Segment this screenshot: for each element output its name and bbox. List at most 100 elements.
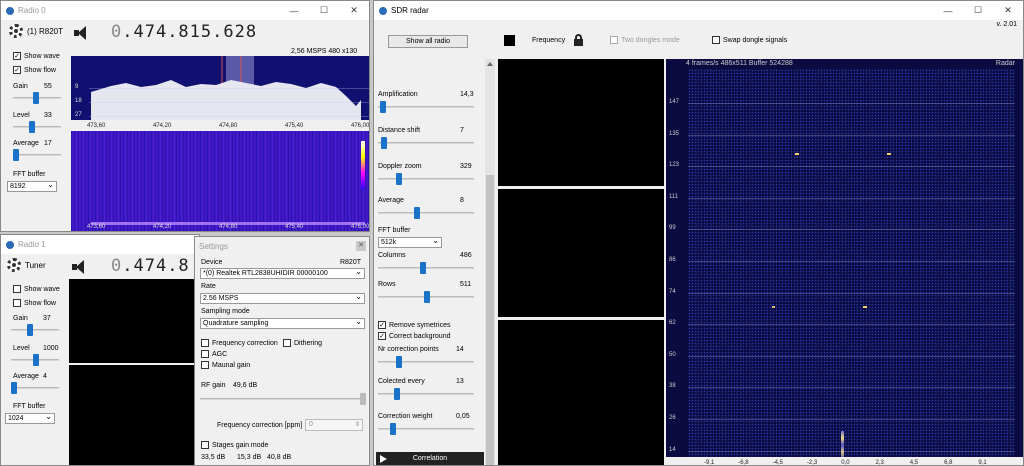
radar-x-tick: 9,1 [978, 460, 987, 466]
gain-slider[interactable] [13, 92, 61, 104]
fft-buffer-select[interactable]: 512k [378, 237, 442, 248]
radar-x-tick: 0,0 [841, 460, 850, 466]
correction-weight-slider[interactable] [378, 423, 474, 435]
show-all-radio-button[interactable]: Show all radio [388, 35, 468, 48]
doppler-zoom-slider[interactable] [378, 173, 474, 185]
show-wave-checkbox[interactable]: ✓ Show wave [13, 52, 60, 60]
radar-gridline [688, 419, 1015, 420]
level-slider[interactable] [13, 121, 61, 133]
dithering-checkbox[interactable]: Dithering [283, 339, 322, 347]
panel-scrollbar[interactable] [485, 59, 495, 465]
collected-every-slider[interactable] [378, 388, 474, 400]
device-label: (1) R820T [27, 26, 64, 36]
scroll-thumb[interactable] [486, 175, 494, 465]
gain-label: Gain [13, 83, 28, 90]
device-button[interactable]: Tuner [7, 258, 46, 272]
level-slider[interactable] [11, 354, 59, 366]
settings-title-bar[interactable]: Settings ✕ [195, 237, 369, 255]
level-label: Level [13, 345, 30, 352]
amplification-value: 14,3 [460, 91, 474, 98]
correction-weight-value: 0,05 [456, 413, 470, 420]
amplification-slider[interactable] [378, 101, 474, 113]
manual-gain-checkbox[interactable]: Maunal gain [201, 361, 250, 369]
radar-mode-label: Radar [995, 60, 1015, 67]
radio0-title-bar[interactable]: Radio 0 — ☐ ✕ [1, 1, 369, 20]
frequency-display[interactable]: 0.474.8 [111, 256, 190, 276]
spectrum-y-tick: 27 [75, 112, 82, 118]
spectrum-wave [91, 56, 361, 120]
spectrum-x-tick: 476,00 [351, 123, 370, 129]
show-wave-checkbox[interactable]: Show wave [13, 285, 60, 293]
show-flow-checkbox[interactable]: Show flow [13, 299, 56, 307]
spectrum-x-tick: 474,20 [153, 123, 172, 129]
spectrum-gridline [89, 102, 369, 103]
average-slider[interactable] [11, 382, 59, 394]
columns-label: Columns [378, 252, 406, 259]
window-title: Radio 1 [18, 240, 46, 249]
radar-y-tick: 26 [669, 415, 676, 421]
nr-correction-slider[interactable] [378, 356, 474, 368]
close-icon[interactable]: ✕ [356, 241, 366, 251]
correlation-button[interactable]: Correlation [376, 452, 484, 465]
lock-icon[interactable] [574, 34, 583, 46]
average-slider[interactable] [378, 207, 474, 219]
sampling-mode-select[interactable]: Quadrature sampling [200, 318, 365, 329]
maximize-icon[interactable]: ☐ [309, 1, 339, 20]
rate-select[interactable]: 2.56 MSPS [200, 293, 365, 304]
level-value: 1000 [43, 345, 59, 352]
rf-gain-label: RF gain [201, 382, 226, 389]
two-dongles-checkbox[interactable]: Two dongles mode [610, 36, 680, 44]
device-select[interactable]: *(0) Realtek RTL2838UHIDIR 00000100 [200, 268, 365, 279]
maximize-icon[interactable]: ☐ [963, 1, 993, 20]
settings-window: Settings ✕ Device R820T *(0) Realtek RTL… [194, 236, 370, 466]
gain-slider[interactable] [11, 324, 59, 336]
spectrum-x-tick: 473,60 [87, 123, 106, 129]
correct-background-checkbox[interactable]: ✓ Correct background [378, 332, 450, 340]
device-model: R820T [339, 259, 361, 266]
columns-slider[interactable] [378, 262, 474, 274]
speaker-icon[interactable] [71, 259, 89, 275]
device-button[interactable]: (1) R820T [9, 24, 63, 38]
speaker-icon[interactable] [73, 25, 91, 41]
radio-1-window: Radio 1 Tuner 0.474.8 Show wave Show flo… [0, 234, 200, 466]
radio1-title-bar[interactable]: Radio 1 [1, 235, 199, 254]
minimize-icon[interactable]: — [279, 1, 309, 20]
play-icon [380, 455, 387, 463]
swap-dongle-checkbox[interactable]: Swap dongle signals [712, 36, 787, 44]
fft-buffer-select[interactable]: 8192 [7, 181, 57, 192]
radar-x-tick: -4,5 [772, 460, 783, 466]
radar-y-tick: 62 [669, 320, 676, 327]
radar-y-tick: 99 [669, 225, 676, 232]
spin-icon[interactable]: ⇕ [355, 420, 360, 430]
fft-buffer-select[interactable]: 1024 [5, 413, 55, 424]
scroll-up-icon[interactable] [487, 62, 493, 66]
radar-status: 4 frames/s 486x511 Buffer 524288 [686, 60, 793, 67]
gear-icon [9, 24, 23, 38]
frequency-color-swatch[interactable] [504, 35, 515, 46]
radar-view-3 [498, 320, 664, 465]
stage-gain-1: 33,5 dB [201, 454, 226, 461]
close-icon[interactable]: ✕ [993, 1, 1023, 20]
rows-slider[interactable] [378, 291, 474, 303]
radar-title-bar[interactable]: SDR radar — ☐ ✕ [374, 1, 1023, 20]
average-slider[interactable] [13, 149, 61, 161]
remove-symmetrices-checkbox[interactable]: ✓ Remove symetrices [378, 321, 450, 329]
radar-x-tick: 6,8 [944, 460, 953, 466]
close-icon[interactable]: ✕ [339, 1, 369, 20]
sampling-mode-label: Sampling mode [201, 308, 250, 315]
minimize-icon[interactable]: — [933, 1, 963, 20]
distance-shift-slider[interactable] [378, 137, 474, 149]
average-value: 8 [460, 197, 464, 204]
stages-gain-checkbox[interactable]: Stages gain mode [201, 441, 268, 449]
radar-x-tick: 2,3 [875, 460, 884, 466]
spectrum-view[interactable]: 9 18 27 473,60 474,20 474,80 475,40 476,00 [71, 56, 369, 130]
ppm-input[interactable]: 0 ⇕ [305, 419, 363, 431]
radar-gridline [688, 292, 1015, 294]
rf-gain-slider[interactable] [200, 393, 366, 405]
show-flow-checkbox[interactable]: ✓ Show flow [13, 66, 56, 74]
radar-gridline [688, 197, 1015, 199]
frequency-display[interactable]: 0.474.815.628 [111, 22, 257, 42]
agc-checkbox[interactable]: AGC [201, 350, 227, 358]
radar-view-2 [498, 189, 664, 317]
frequency-correction-checkbox[interactable]: Frequency correction [201, 339, 278, 347]
